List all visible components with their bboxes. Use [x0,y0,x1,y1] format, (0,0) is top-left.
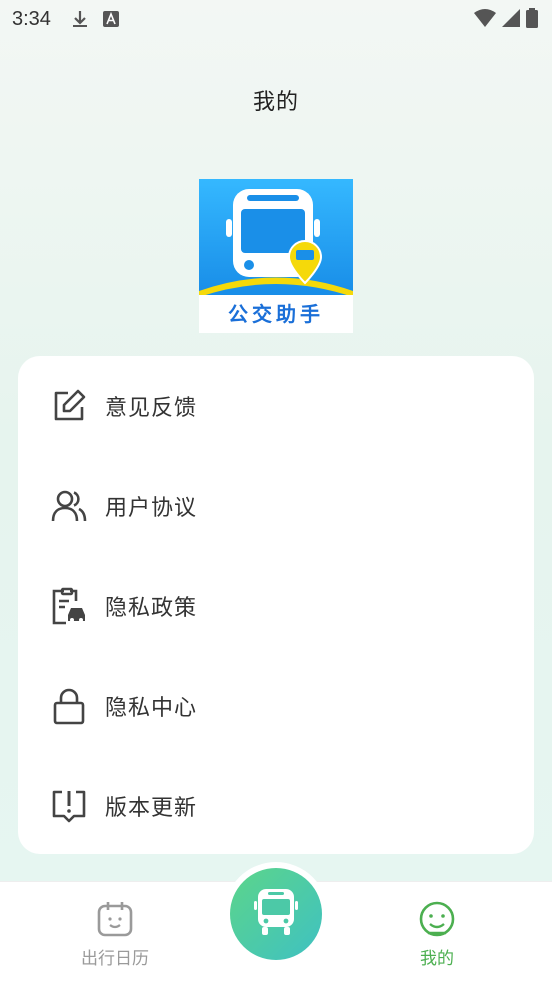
lock-icon [50,687,88,725]
app-logo: 公交助手 [199,179,353,333]
battery-icon [526,8,538,32]
page-title: 我的 [252,90,299,115]
menu-item-user-agreement[interactable]: 用户协议 [18,476,534,536]
menu-item-feedback[interactable]: 意见反馈 [18,376,534,436]
nav-label: 出行日历 [81,949,149,969]
signal-icon [502,9,520,31]
update-alert-icon [50,787,88,825]
calendar-icon [96,902,134,942]
download-icon [71,9,89,29]
status-bar: 3:34 [0,0,552,38]
nav-label: 我的 [420,949,454,969]
menu-item-label: 隐私政策 [105,596,198,621]
wifi-icon [474,9,496,31]
bus-icon [252,887,300,941]
menu-item-version-update[interactable]: 版本更新 [18,776,534,836]
status-time: 3:34 [12,7,51,30]
clipboard-car-icon [50,587,88,625]
a-text-icon [102,11,119,27]
logo-text: 公交助手 [199,295,353,333]
menu-item-label: 版本更新 [105,796,198,821]
menu-item-label: 隐私中心 [105,696,198,721]
menu-item-privacy-center[interactable]: 隐私中心 [18,676,534,736]
center-bus-button[interactable] [224,862,328,966]
menu-item-label: 用户协议 [105,496,198,521]
edit-icon [50,387,88,425]
users-icon [50,487,88,525]
settings-menu: 意见反馈 用户协议 隐私政策 隐私中心 版本更新 [18,356,534,854]
menu-item-privacy-policy[interactable]: 隐私政策 [18,576,534,636]
smile-icon [418,901,456,942]
nav-mine[interactable]: 我的 [377,900,497,969]
center-bus-button-inner[interactable] [230,868,322,960]
nav-calendar[interactable]: 出行日历 [55,900,175,969]
menu-item-label: 意见反馈 [105,396,198,421]
